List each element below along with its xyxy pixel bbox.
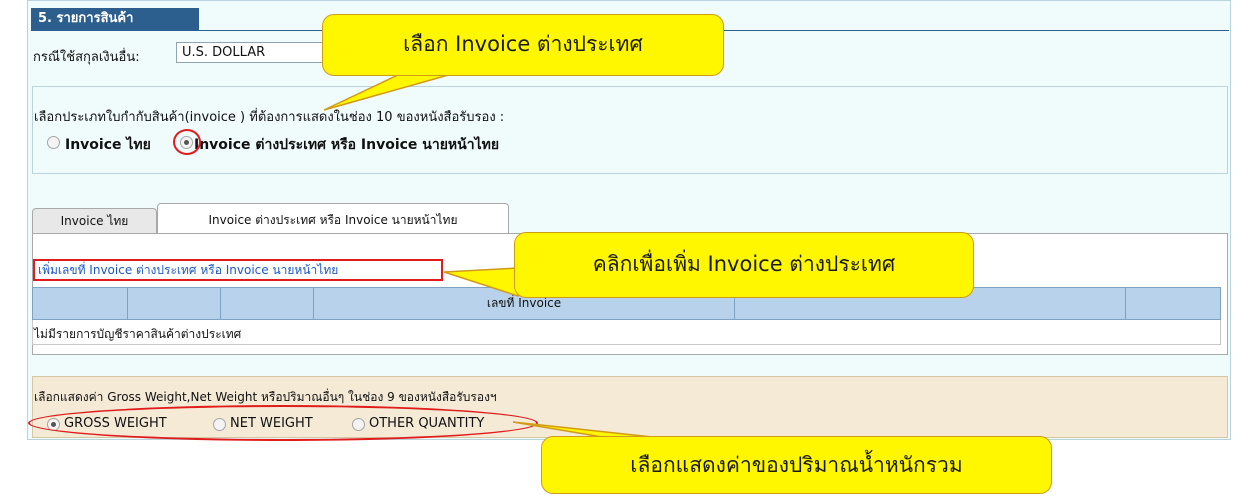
callout-select-weight: เลือกแสดงค่าของปริมาณน้ำหนักรวม bbox=[541, 436, 1052, 494]
callout-select-foreign: เลือก Invoice ต่างประเทศ bbox=[322, 14, 724, 76]
callout-click-add: คลิกเพื่อเพิ่ม Invoice ต่างประเทศ bbox=[514, 232, 974, 298]
